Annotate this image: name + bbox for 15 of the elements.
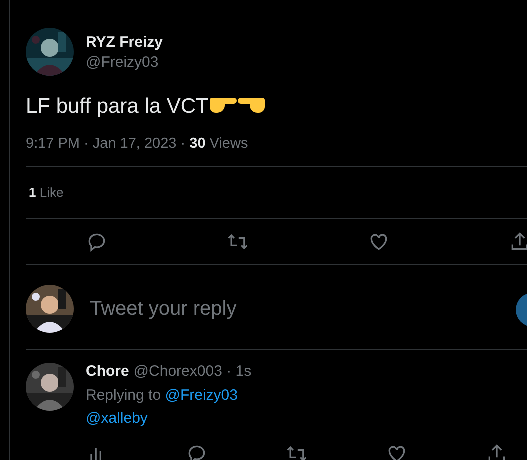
- reply-author-name[interactable]: Chore: [86, 363, 130, 380]
- tweet-meta: 9:17 PM · Jan 17, 2023 · 30 Views: [26, 136, 250, 152]
- mention-link[interactable]: @Freizy03: [165, 387, 238, 404]
- pointing-hand-icon: [238, 97, 265, 114]
- author-name[interactable]: RYZ Freizy: [86, 34, 163, 50]
- likes-count[interactable]: 1 Like: [26, 167, 527, 218]
- reply-input[interactable]: Tweet your reply: [88, 296, 472, 322]
- replying-label: Replying to: [86, 387, 162, 404]
- pointing-hand-icon: [210, 97, 237, 114]
- reply-author-handle[interactable]: @Chorex003 · 1s: [134, 363, 252, 380]
- share-icon[interactable]: [486, 443, 508, 460]
- reply-icon[interactable]: [186, 443, 208, 460]
- tweet-text: LF buff para la VCT: [26, 95, 209, 118]
- mention-link[interactable]: @xalleby: [86, 410, 148, 427]
- author-handle[interactable]: @Freizy03: [86, 54, 163, 70]
